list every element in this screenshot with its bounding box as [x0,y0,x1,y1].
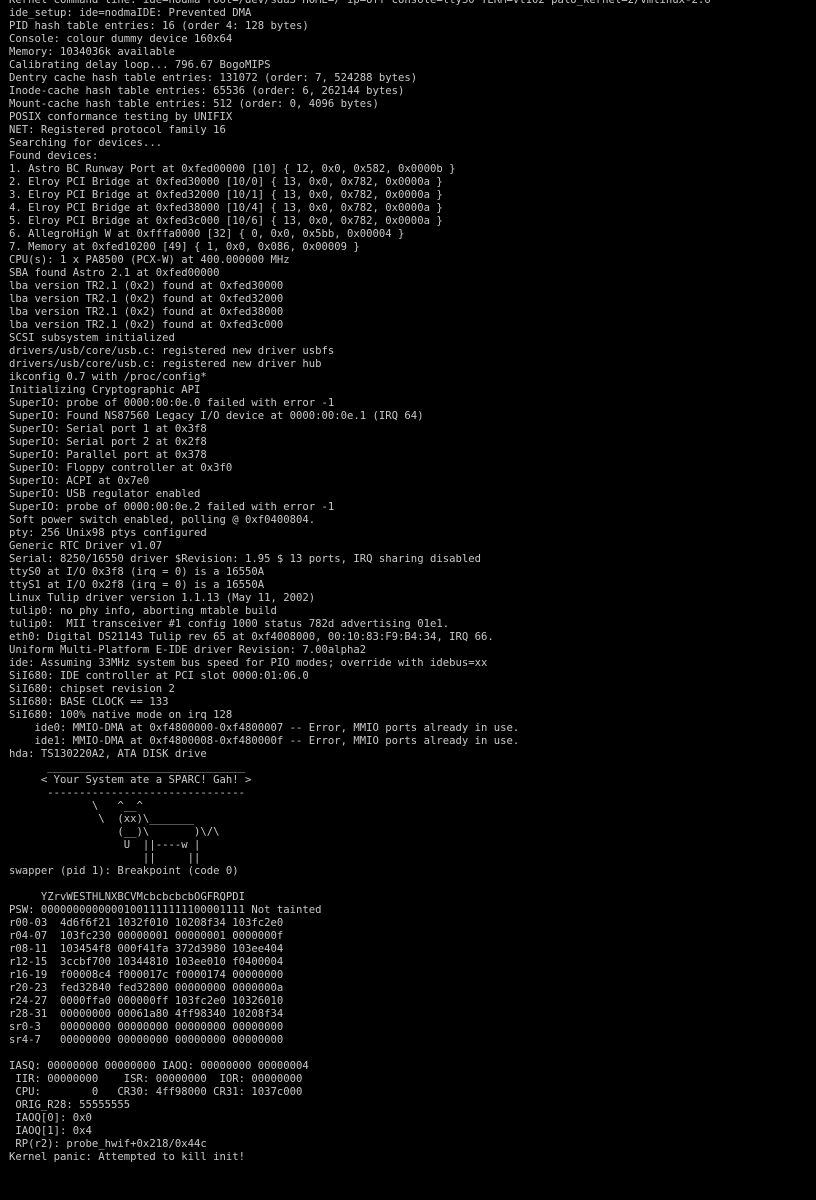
console-line: tulip0: no phy info, aborting mtable bui… [9,605,277,617]
console-line: SBA found Astro 2.1 at 0xfed00000 [9,267,220,279]
console-line: ttyS0 at I/O 0x3f8 (irq = 0) is a 16550A [9,566,265,578]
console-line: 5. Elroy PCI Bridge at 0xfed3c000 [10/6]… [9,215,443,227]
console-line: r24-27 0000ffa0 000000ff 103fc2e0 103260… [9,995,284,1007]
console-line: Found devices: [9,150,99,162]
console-line: Console: colour dummy device 160x64 [9,33,233,45]
console-line: sr4-7 00000000 00000000 00000000 0000000… [9,1034,284,1046]
console-line: r16-19 f00008c4 f000017c f0000174 000000… [9,969,284,981]
console-line: Mount-cache hash table entries: 512 (ord… [9,98,379,110]
console-line: r04-07 103fc230 00000001 00000001 000000… [9,930,284,942]
console-line: lba version TR2.1 (0x2) found at 0xfed32… [9,293,284,305]
console-line: \ (xx)\_______ [9,813,194,825]
console-line: hda: TS130220A2, ATA DISK drive [9,748,207,760]
console-line: SiI680: IDE controller at PCI slot 0000:… [9,670,309,682]
console-line: Calibrating delay loop... 796.67 BogoMIP… [9,59,271,71]
console-line: Memory: 1034036k available [9,46,175,58]
console-line: IAOQ[1]: 0x4 [9,1125,92,1137]
console-line: SuperIO: probe of 0000:00:0e.2 failed wi… [9,501,335,513]
console-line: _______________________________ [9,761,245,773]
console-line: Generic RTC Driver v1.07 [9,540,163,552]
console-line: r00-03 4d6f6f21 1032f010 10208f34 103fc2… [9,917,284,929]
console-line: 6. AllegroHigh W at 0xfffa0000 [32] { 0,… [9,228,405,240]
console-line: lba version TR2.1 (0x2) found at 0xfed3c… [9,319,284,331]
console-line: SuperIO: ACPI at 0x7e0 [9,475,150,487]
console-line: SuperIO: Parallel port at 0x378 [9,449,207,461]
console-line: IAOQ[0]: 0x0 [9,1112,92,1124]
console-line: PSW: 00000000000001001111111100001111 No… [9,904,322,916]
console-line: sr0-3 00000000 00000000 00000000 0000000… [9,1021,284,1033]
console-line: pty: 256 Unix98 ptys configured [9,527,207,539]
console-line: 1. Astro BC Runway Port at 0xfed00000 [1… [9,163,456,175]
console-line: SuperIO: probe of 0000:00:0e.0 failed wi… [9,397,335,409]
console-line: r12-15 3ccbf700 10344810 103ee010 f04000… [9,956,284,968]
console-output: Kernel command line: ide=nodma root=/dev… [9,0,809,1164]
console-line: (__)\ )\/\ [9,826,220,838]
console-line: SuperIO: Found NS87560 Legacy I/O device… [9,410,424,422]
console-line: Searching for devices... [9,137,163,149]
console-line: ttyS1 at I/O 0x2f8 (irq = 0) is a 16550A [9,579,265,591]
console-line: < Your System ate a SPARC! Gah! > [9,774,252,786]
console-line: RP(r2): probe_hwif+0x218/0x44c [9,1138,207,1150]
console-line: U ||----w | [9,839,201,851]
console-line: 3. Elroy PCI Bridge at 0xfed32000 [10/1]… [9,189,443,201]
console-line: \ ^__^ [9,800,143,812]
console-line: IIR: 00000000 ISR: 00000000 IOR: 0000000… [9,1073,303,1085]
console-line: eth0: Digital DS21143 Tulip rev 65 at 0x… [9,631,494,643]
console-line: IASQ: 00000000 00000000 IAOQ: 00000000 0… [9,1060,309,1072]
console-line: NET: Registered protocol family 16 [9,124,226,136]
console-line: Soft power switch enabled, polling @ 0xf… [9,514,316,526]
console-line: Dentry cache hash table entries: 131072 … [9,72,418,84]
console-line: drivers/usb/core/usb.c: registered new d… [9,358,322,370]
console-line: Kernel panic: Attempted to kill init! [9,1151,245,1163]
console-line: SuperIO: Serial port 2 at 0x2f8 [9,436,207,448]
console-line: SuperIO: USB regulator enabled [9,488,201,500]
console-line: swapper (pid 1): Breakpoint (code 0) [9,865,239,877]
console-line: r20-23 fed32840 fed32800 00000000 000000… [9,982,284,994]
console-line: CPU(s): 1 x PA8500 (PCX-W) at 400.000000… [9,254,290,266]
console-line: 7. Memory at 0xfed10200 [49] { 1, 0x0, 0… [9,241,360,253]
console-line: Initializing Cryptographic API [9,384,201,396]
console-line: 4. Elroy PCI Bridge at 0xfed38000 [10/4]… [9,202,443,214]
console-line: ide0: MMIO-DMA at 0xf4800000-0xf4800007 … [9,722,520,734]
console-line: r28-31 00000000 00061a80 4ff98340 10208f… [9,1008,284,1020]
console-line: 2. Elroy PCI Bridge at 0xfed30000 [10/0]… [9,176,443,188]
console-line: CPU: 0 CR30: 4ff98000 CR31: 1037c000 [9,1086,303,1098]
console-line: ------------------------------- [9,787,245,799]
console-line: drivers/usb/core/usb.c: registered new d… [9,345,335,357]
console-line: PID hash table entries: 16 (order 4: 128… [9,20,309,32]
console-line: SiI680: chipset revision 2 [9,683,175,695]
console-line: tulip0: MII transceiver #1 config 1000 s… [9,618,450,630]
console-line: ide: Assuming 33MHz system bus speed for… [9,657,488,669]
console-line: Uniform Multi-Platform E-IDE driver Revi… [9,644,367,656]
console-line: ikconfig 0.7 with /proc/config* [9,371,207,383]
console-line: lba version TR2.1 (0x2) found at 0xfed30… [9,280,284,292]
console-line: r08-11 103454f8 000f41fa 372d3980 103ee4… [9,943,284,955]
console-line: Linux Tulip driver version 1.1.13 (May 1… [9,592,316,604]
console-line: Inode-cache hash table entries: 65536 (o… [9,85,405,97]
console-line: ide_setup: ide=nodmaIDE: Prevented DMA [9,7,252,19]
console-line: YZrvWESTHLNXBCVMcbcbcbcbOGFRQPDI [9,891,245,903]
console-line: Serial: 8250/16550 driver $Revision: 1.9… [9,553,481,565]
console-line: SuperIO: Floppy controller at 0x3f0 [9,462,233,474]
console-line: SuperIO: Serial port 1 at 0x3f8 [9,423,207,435]
console-line: SCSI subsystem initialized [9,332,175,344]
console-line: SiI680: BASE CLOCK == 133 [9,696,169,708]
console-line: || || [9,852,201,864]
console-line: ORIG_R28: 55555555 [9,1099,131,1111]
console-line: lba version TR2.1 (0x2) found at 0xfed38… [9,306,284,318]
console-line: SiI680: 100% native mode on irq 128 [9,709,233,721]
console-line: Kernel command line: ide=nodma root=/dev… [9,0,711,6]
console-line: POSIX conformance testing by UNIFIX [9,111,233,123]
console-line: ide1: MMIO-DMA at 0xf4800008-0xf480000f … [9,735,520,747]
